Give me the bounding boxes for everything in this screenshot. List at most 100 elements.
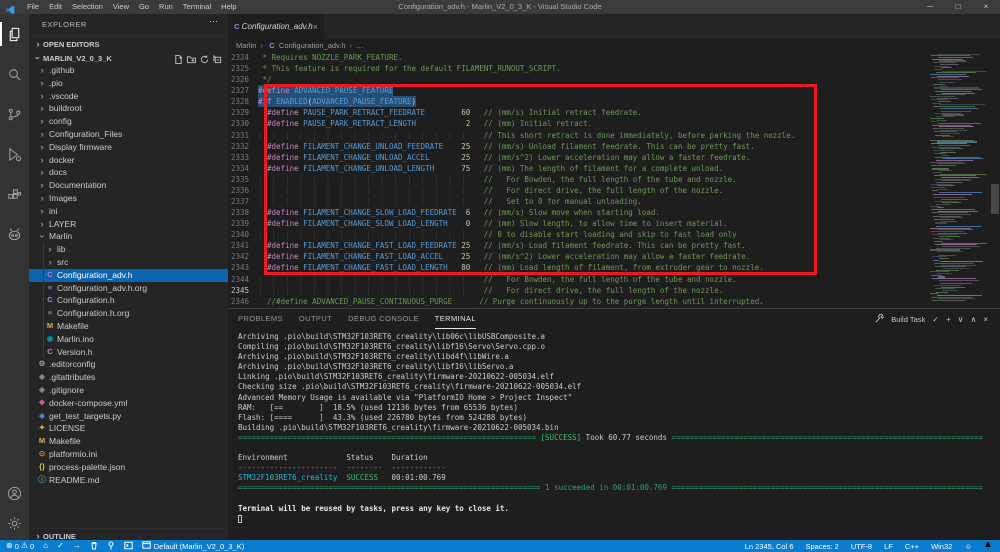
terminal-output[interactable]: Archiving .pio\build\STM32F103RET6_creal… bbox=[238, 332, 996, 540]
panel-tab-output[interactable]: OUTPUT bbox=[299, 309, 332, 329]
new-terminal-icon[interactable]: + bbox=[946, 315, 951, 324]
status-lf[interactable]: LF bbox=[884, 542, 893, 551]
minimap-line bbox=[938, 79, 962, 80]
activity-source-control-icon[interactable] bbox=[0, 94, 29, 134]
tree-file-marlin-ino[interactable]: ◉Marlin.ino bbox=[29, 333, 228, 346]
pio-home-icon[interactable]: ⌂ bbox=[43, 540, 48, 552]
minimap[interactable] bbox=[928, 52, 986, 308]
panel-tab-debug-console[interactable]: DEBUG CONSOLE bbox=[348, 309, 419, 329]
sidebar-more-icon[interactable]: ⋯ bbox=[209, 16, 218, 27]
maximize-button[interactable]: □ bbox=[944, 0, 972, 14]
code-line[interactable]: 2325 * This feature is required for the … bbox=[228, 63, 1000, 74]
tree-file-version-h[interactable]: CVersion.h bbox=[29, 346, 228, 359]
status-ln[interactable]: Ln 2345, Col 6 bbox=[745, 542, 794, 551]
maximize-panel-icon[interactable]: ∧ bbox=[970, 315, 976, 324]
menu-go[interactable]: Go bbox=[134, 0, 154, 14]
menu-help[interactable]: Help bbox=[216, 0, 241, 14]
tree-folder--github[interactable]: ›.github bbox=[29, 64, 228, 77]
project-env-selector[interactable]: Default (Marlin_V2_0_3_K) bbox=[142, 541, 244, 551]
breadcrumb-item[interactable]: … bbox=[356, 41, 364, 50]
tree-file-process-palette-json[interactable]: {}process-palette.json bbox=[29, 461, 228, 474]
tree-folder-docs[interactable]: ›docs bbox=[29, 166, 228, 179]
activity-settings-icon[interactable] bbox=[0, 508, 29, 538]
tree-file-configuration-h-org[interactable]: ≡Configuration.h.org bbox=[29, 307, 228, 320]
tree-file-configuration-adv-h[interactable]: CConfiguration_adv.h bbox=[29, 269, 228, 282]
activity-explorer-icon[interactable] bbox=[0, 14, 29, 54]
check-icon[interactable]: ✓ bbox=[932, 315, 939, 324]
tree-file-configuration-h[interactable]: CConfiguration.h bbox=[29, 294, 228, 307]
tab-close-icon[interactable]: × bbox=[313, 22, 318, 32]
tree-folder-buildroot[interactable]: ›buildroot bbox=[29, 102, 228, 115]
close-button[interactable]: × bbox=[972, 0, 1000, 14]
pio-clean-icon[interactable] bbox=[90, 541, 98, 552]
minimap-line bbox=[932, 300, 965, 301]
tree-file-configuration-adv-h-org[interactable]: ≡Configuration_adv.h.org bbox=[29, 282, 228, 295]
activity-account-icon[interactable] bbox=[0, 478, 29, 508]
task-label[interactable]: Build Task bbox=[891, 315, 925, 324]
menu-view[interactable]: View bbox=[108, 0, 134, 14]
code-line[interactable]: 2344│ │ │ │ │ │ │ │ │ │ │ │ │ │ │ │ // F… bbox=[228, 274, 1000, 285]
minimize-button[interactable]: ─ bbox=[916, 0, 944, 14]
tree-item-label: Makefile bbox=[49, 435, 81, 448]
tree-folder-display-firmware[interactable]: ›Display firmware bbox=[29, 141, 228, 154]
tree-folder-documentation[interactable]: ›Documentation bbox=[29, 179, 228, 192]
tree-folder-layer[interactable]: ›LAYER bbox=[29, 218, 228, 231]
status-utf-8[interactable]: UTF-8 bbox=[851, 542, 872, 551]
tree-folder-images[interactable]: ›Images bbox=[29, 192, 228, 205]
tree-folder-ini[interactable]: ›ini bbox=[29, 205, 228, 218]
editor-scrollbar[interactable] bbox=[990, 52, 1000, 308]
breadcrumb-item[interactable]: Configuration_adv.h bbox=[279, 41, 346, 50]
status-win32[interactable]: Win32 bbox=[931, 542, 952, 551]
panel-tab-terminal[interactable]: TERMINAL bbox=[435, 309, 476, 329]
tree-file-makefile[interactable]: MMakefile bbox=[29, 320, 228, 333]
open-editors-section[interactable]: ›OPEN EDITORS bbox=[29, 36, 228, 50]
pio-terminal-icon[interactable] bbox=[124, 541, 133, 552]
tree-file-platformio-ini[interactable]: ⊙platformio.ini bbox=[29, 448, 228, 461]
tree-item-label: lib bbox=[57, 243, 66, 256]
activity-search-icon[interactable] bbox=[0, 54, 29, 94]
activity-platformio-icon[interactable] bbox=[0, 214, 29, 254]
feedback-smiley-icon[interactable]: ☺ bbox=[964, 542, 972, 551]
notifications-bell-icon[interactable] bbox=[984, 541, 992, 552]
activity-extensions-icon[interactable] bbox=[0, 174, 29, 214]
menu-file[interactable]: File bbox=[22, 0, 44, 14]
menu-run[interactable]: Run bbox=[154, 0, 178, 14]
close-panel-icon[interactable]: × bbox=[983, 315, 988, 324]
tree-folder-src[interactable]: ›src bbox=[29, 256, 228, 269]
tree-file--editorconfig[interactable]: ⚙.editorconfig bbox=[29, 358, 228, 371]
line-number: 2332 bbox=[228, 141, 258, 152]
code-line[interactable]: 2345│ │ │ │ │ │ │ │ │ │ │ │ │ │ │ │ // F… bbox=[228, 285, 1000, 296]
pio-build-icon[interactable]: ✓ bbox=[57, 540, 64, 552]
chevron-down-icon[interactable]: ∨ bbox=[958, 315, 964, 324]
menu-terminal[interactable]: Terminal bbox=[178, 0, 216, 14]
tree-folder-configuration-files[interactable]: ›Configuration_Files bbox=[29, 128, 228, 141]
pio-test-icon[interactable] bbox=[107, 541, 115, 552]
tree-folder-docker[interactable]: ›docker bbox=[29, 154, 228, 167]
tree-file-license[interactable]: ✦LICENSE bbox=[29, 422, 228, 435]
scrollbar-thumb[interactable] bbox=[991, 184, 999, 214]
tree-folder-lib[interactable]: ›lib bbox=[29, 243, 228, 256]
tab-configuration-adv[interactable]: C Configuration_adv.h × bbox=[228, 14, 324, 39]
status-c++[interactable]: C++ bbox=[905, 542, 919, 551]
tree-file-get-test-targets-py[interactable]: ◆get_test_targets.py bbox=[29, 410, 228, 423]
tree-folder-config[interactable]: ›config bbox=[29, 115, 228, 128]
tree-folder--pio[interactable]: ›.pio bbox=[29, 77, 228, 90]
panel-tabs: PROBLEMS OUTPUT DEBUG CONSOLE TERMINAL bbox=[238, 309, 476, 329]
breadcrumb-item[interactable]: Marlin bbox=[236, 41, 256, 50]
tree-file-readme-md[interactable]: ⓘREADME.md bbox=[29, 474, 228, 487]
status-spaces[interactable]: Spaces: 2 bbox=[806, 542, 839, 551]
panel-tab-problems[interactable]: PROBLEMS bbox=[238, 309, 283, 329]
activity-run-debug-icon[interactable] bbox=[0, 134, 29, 174]
code-line[interactable]: 2346 //#define ADVANCED_PAUSE_CONTINUOUS… bbox=[228, 296, 1000, 307]
tree-folder--vscode[interactable]: ›.vscode bbox=[29, 90, 228, 103]
menu-selection[interactable]: Selection bbox=[67, 0, 108, 14]
tree-file-makefile[interactable]: MMakefile bbox=[29, 435, 228, 448]
tree-file--gitignore[interactable]: ◈.gitignore bbox=[29, 384, 228, 397]
tree-folder-marlin[interactable]: ›Marlin bbox=[29, 230, 228, 243]
pio-upload-icon[interactable]: → bbox=[73, 540, 81, 552]
tree-file--gitattributes[interactable]: ◈.gitattributes bbox=[29, 371, 228, 384]
problems-indicator[interactable]: ⊗0 ⚠0 bbox=[6, 540, 34, 552]
menu-edit[interactable]: Edit bbox=[44, 0, 67, 14]
code-line[interactable]: 2324 * Requires NOZZLE_PARK_FEATURE. bbox=[228, 52, 1000, 63]
tree-file-docker-compose-yml[interactable]: ❖docker-compose.yml bbox=[29, 397, 228, 410]
